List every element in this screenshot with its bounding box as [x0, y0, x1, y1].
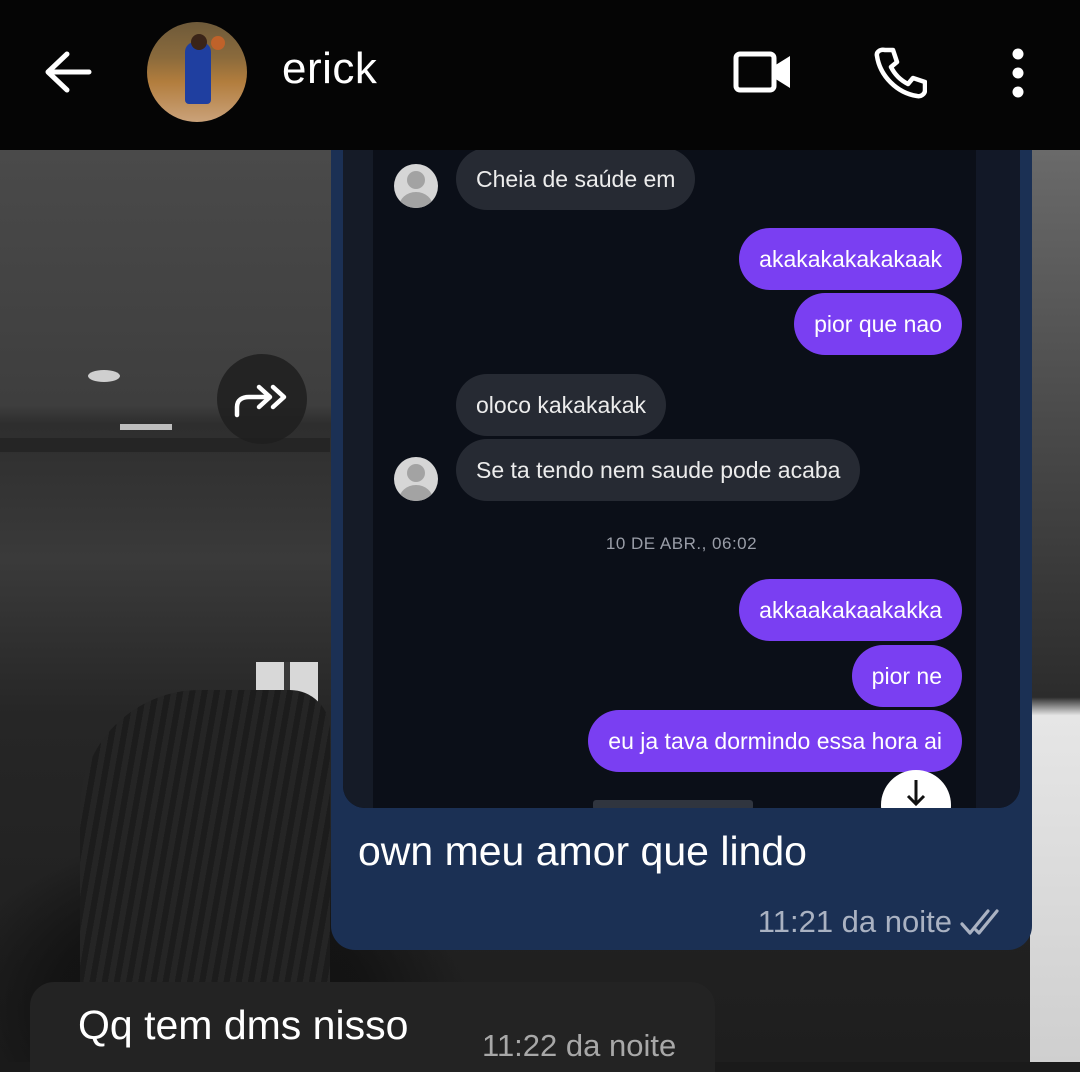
screenshot-scroll-down-button — [881, 770, 951, 808]
screenshot-date-separator: 10 DE ABR., 06:02 — [605, 534, 758, 553]
incoming-message-text: Qq tem dms nisso — [78, 1002, 409, 1048]
wallpaper-right-panel — [1030, 150, 1080, 1062]
outgoing-message-time: 11:21 da noite — [757, 904, 952, 939]
wallpaper-light-bar — [120, 424, 172, 430]
screenshot-message-received: Cheia de saúde em — [456, 150, 696, 210]
outgoing-message-text: own meu amor que lindo — [358, 828, 807, 874]
contact-name[interactable]: erick — [282, 44, 377, 94]
incoming-message-bubble[interactable]: Qq tem dms nisso 11:22 da noite — [30, 982, 715, 1072]
chat-header: erick — [0, 0, 1080, 150]
incoming-message-time: 11:22 da noite — [482, 1028, 677, 1063]
screenshot-message-sent: eu ja tava dormindo essa hora ai — [588, 710, 962, 772]
screenshot-message-received: oloco kakakakak — [456, 374, 667, 436]
screenshot-left-edge — [343, 150, 373, 808]
video-camera-icon — [733, 51, 790, 93]
screenshot-contact-avatar — [394, 457, 438, 501]
screenshot-message-sent: pior que nao — [794, 293, 962, 355]
avatar-photo-ball — [211, 36, 225, 50]
screenshot-right-edge — [976, 150, 1020, 808]
arrow-down-icon — [906, 780, 926, 807]
contact-avatar[interactable] — [147, 22, 247, 122]
message-image-screenshot[interactable]: Cheia de saúde em akakakakakakaak pior q… — [343, 150, 1020, 808]
wallpaper-ceiling-line — [0, 438, 330, 452]
back-button[interactable] — [36, 44, 100, 100]
forward-message-button[interactable] — [217, 354, 307, 444]
screenshot-cut-date — [593, 800, 753, 808]
avatar-photo-head — [191, 34, 207, 50]
wallpaper-light — [88, 370, 120, 382]
forward-icon — [234, 384, 287, 418]
video-call-button[interactable] — [728, 44, 798, 100]
screenshot-message-sent: akkaakakaakakka — [739, 579, 962, 641]
arrow-left-icon — [45, 51, 92, 93]
phone-icon — [874, 47, 927, 99]
outgoing-message-meta: 11:21 da noite — [758, 904, 1006, 940]
screenshot-contact-avatar — [394, 164, 438, 208]
voice-call-button[interactable] — [864, 40, 934, 104]
screenshot-message-sent: pior ne — [851, 645, 962, 707]
screenshot-message-received: Se ta tendo nem saude pode acaba — [456, 439, 861, 501]
more-options-button[interactable] — [998, 44, 1038, 102]
double-check-icon — [960, 909, 999, 935]
screenshot-message-sent: akakakakakakaak — [739, 228, 962, 290]
more-vertical-icon — [1012, 48, 1024, 98]
avatar-photo-figure — [185, 42, 211, 104]
outgoing-message-bubble[interactable]: Cheia de saúde em akakakakakakaak pior q… — [331, 150, 1032, 950]
